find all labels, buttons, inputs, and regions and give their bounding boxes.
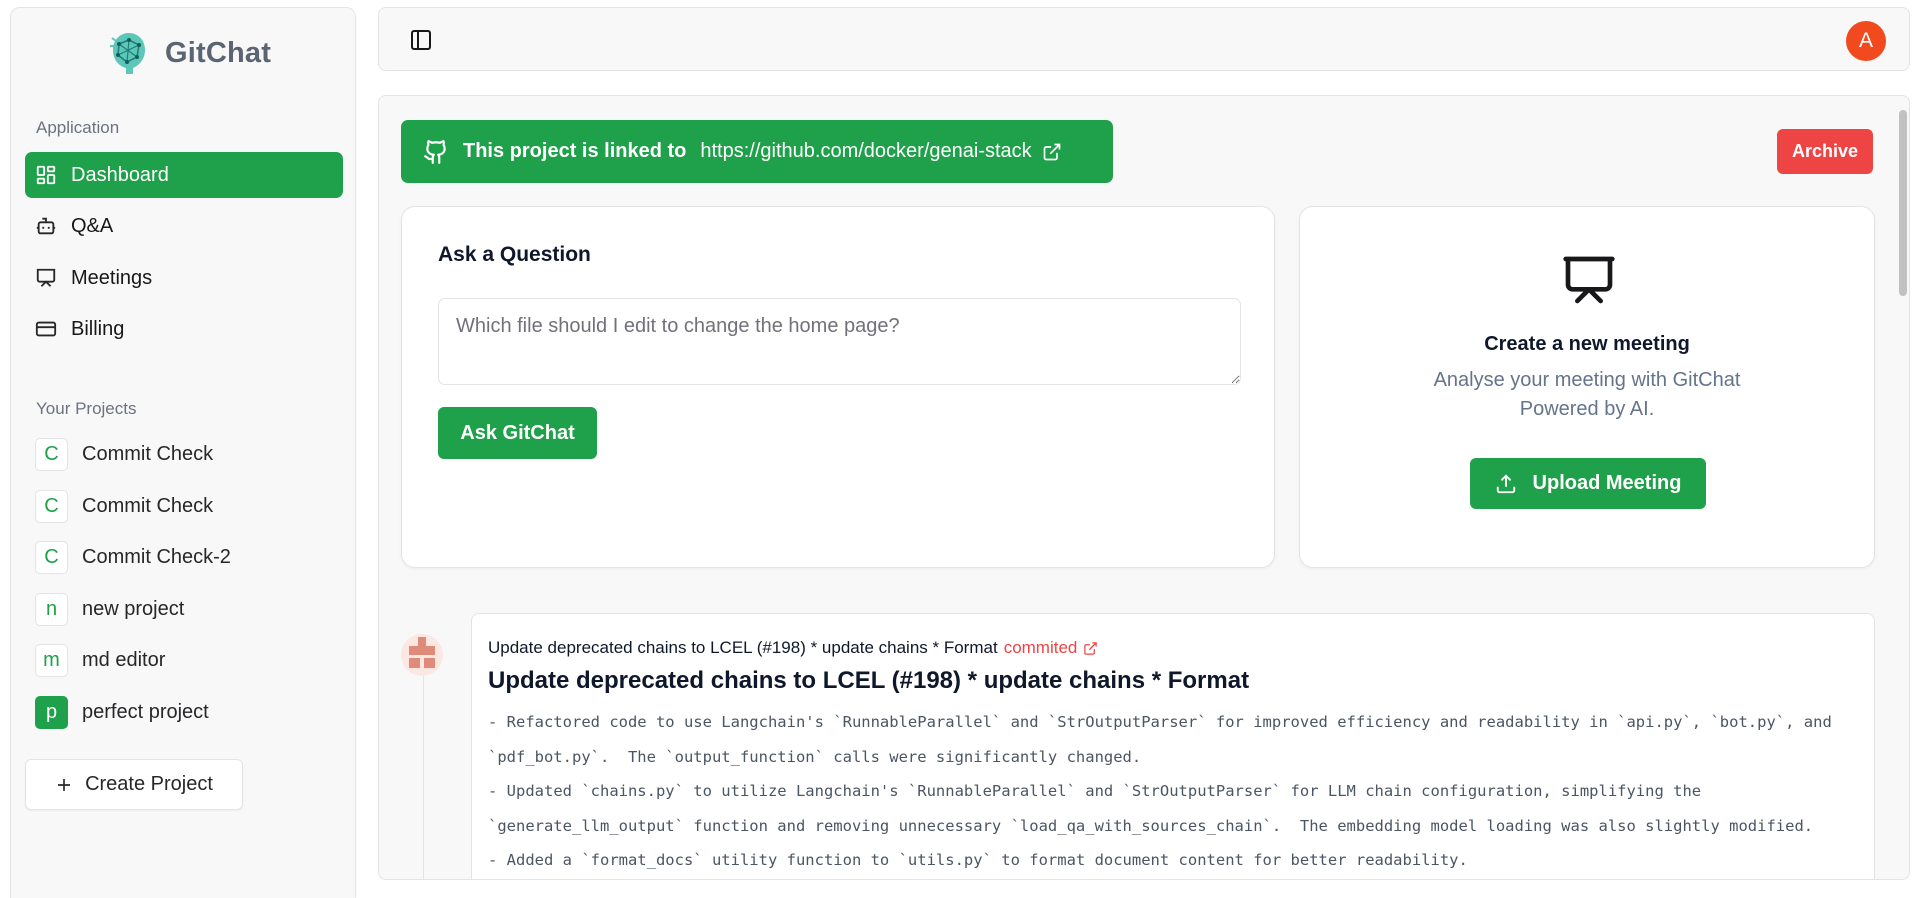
- subtitle-line: Analyse your meeting with GitChat: [1433, 369, 1741, 391]
- create-meeting-title: Create a new meeting: [1484, 333, 1690, 355]
- nav-item-label: Billing: [71, 317, 125, 340]
- project-name: Commit Check: [82, 442, 214, 465]
- project-badge: C: [35, 489, 68, 523]
- project-name: new project: [82, 597, 185, 620]
- project-item[interactable]: C Commit Check: [35, 489, 213, 523]
- project-name: perfect project: [82, 700, 209, 723]
- project-item[interactable]: n new project: [35, 592, 184, 626]
- upload-meeting-label: Upload Meeting: [1532, 472, 1682, 494]
- commit-summary: - Refactored code to use Langchain's `Ru…: [488, 713, 1832, 869]
- github-link-banner: This project is linked to https://github…: [401, 120, 1113, 183]
- project-badge: C: [35, 540, 68, 574]
- sidebar-toggle-icon[interactable]: [409, 28, 433, 52]
- projects-section-label: Your Projects: [36, 399, 137, 418]
- repo-link[interactable]: https://github.com/docker/genai-stack: [700, 140, 1061, 163]
- brand[interactable]: GitChat: [107, 30, 271, 76]
- scrollbar-thumb[interactable]: [1899, 110, 1907, 296]
- commit-meta: Update deprecated chains to LCEL (#198) …: [488, 638, 1858, 658]
- nav-item-label: Q&A: [71, 214, 114, 237]
- user-avatar[interactable]: A: [1846, 21, 1886, 61]
- plus-icon: [58, 778, 71, 791]
- project-badge: p: [35, 695, 68, 729]
- upload-meeting-button[interactable]: Upload Meeting: [1470, 458, 1706, 509]
- presentation-icon: [36, 268, 56, 287]
- project-badge: C: [35, 437, 68, 471]
- create-meeting-card: Create a new meeting Analyse your meetin…: [1299, 206, 1875, 568]
- subtitle-line: Powered by AI.: [1519, 398, 1655, 420]
- commit-link[interactable]: commited: [1004, 638, 1099, 658]
- nav-item-meetings[interactable]: Meetings: [25, 255, 343, 301]
- ask-question-card: Ask a Question Ask GitChat: [401, 206, 1275, 568]
- github-icon: [424, 139, 446, 164]
- dashboard-icon: [36, 165, 56, 185]
- link-banner-prefix: This project is linked to: [463, 140, 687, 162]
- commit-card: Update deprecated chains to LCEL (#198) …: [471, 613, 1875, 879]
- project-item[interactable]: m md editor: [35, 643, 165, 677]
- ask-question-title: Ask a Question: [438, 243, 591, 266]
- external-link-icon: [1043, 143, 1060, 160]
- gitchat-logo-icon: [110, 33, 145, 74]
- project-item-selected[interactable]: p perfect project: [35, 695, 209, 729]
- presentation-icon: [1563, 256, 1615, 304]
- project-badge: n: [35, 592, 68, 626]
- commit-message: Update deprecated chains to LCEL (#198) …: [488, 638, 998, 657]
- commit-author-avatar: [401, 634, 443, 676]
- question-input[interactable]: [438, 298, 1241, 385]
- create-project-button[interactable]: Create Project: [25, 759, 243, 810]
- repo-url: https://github.com/docker/genai-stack: [700, 140, 1032, 162]
- project-name: Commit Check: [82, 494, 214, 517]
- commit-status: commited: [1003, 638, 1078, 657]
- project-item[interactable]: C Commit Check-2: [35, 540, 231, 574]
- sidebar: GitChat Application Dashboard Q&A Meetin…: [10, 7, 356, 898]
- credit-card-icon: [35, 321, 57, 337]
- project-name: Commit Check-2: [82, 545, 231, 568]
- top-bar: A: [378, 7, 1910, 71]
- create-meeting-subtitle: Analyse your meeting with GitChat Powere…: [1300, 366, 1874, 424]
- create-project-label: Create Project: [85, 773, 213, 795]
- application-section-label: Application: [36, 118, 120, 137]
- nav-item-dashboard[interactable]: Dashboard: [25, 152, 343, 198]
- nav-item-label: Meetings: [71, 266, 153, 289]
- project-item[interactable]: C Commit Check: [35, 437, 213, 471]
- bot-icon: [36, 217, 56, 235]
- project-badge: m: [35, 643, 68, 677]
- main-content: This project is linked to https://github…: [378, 95, 1910, 880]
- scrollbar[interactable]: [1899, 102, 1907, 876]
- project-name: md editor: [82, 648, 166, 671]
- external-link-icon: [1084, 641, 1098, 655]
- nav-item-billing[interactable]: Billing: [25, 306, 343, 352]
- brand-name: GitChat: [165, 36, 272, 69]
- upload-icon: [1496, 473, 1515, 493]
- nav-item-label: Dashboard: [71, 163, 169, 186]
- ask-gitchat-button[interactable]: Ask GitChat: [438, 407, 597, 459]
- archive-button[interactable]: Archive: [1777, 129, 1873, 174]
- identicon-icon: [409, 637, 435, 668]
- nav-item-qa[interactable]: Q&A: [25, 203, 343, 249]
- commit-title: Update deprecated chains to LCEL (#198) …: [488, 667, 1250, 694]
